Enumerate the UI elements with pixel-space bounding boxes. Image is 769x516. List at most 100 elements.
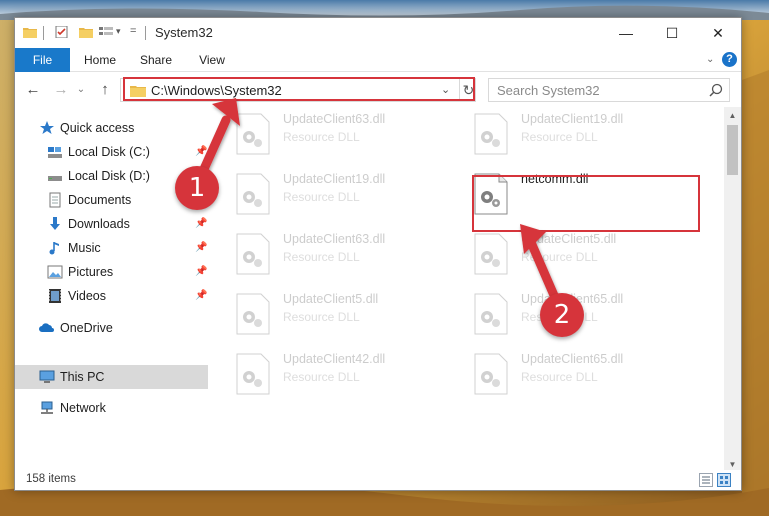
file-item[interactable]: UpdateClient63.dll Resource DLL bbox=[211, 107, 431, 159]
scroll-up-icon[interactable]: ▲ bbox=[724, 107, 741, 124]
sidebar-item-label: Quick access bbox=[60, 121, 135, 135]
cloud-icon bbox=[39, 323, 54, 332]
videos-icon bbox=[49, 289, 61, 303]
forward-button[interactable]: → bbox=[52, 81, 70, 99]
recent-locations-button[interactable]: ⌄ bbox=[72, 81, 90, 99]
vertical-scrollbar[interactable]: ▲ ▼ bbox=[724, 107, 741, 473]
file-name: UpdateClient42.dll bbox=[283, 352, 386, 366]
new-folder-icon[interactable] bbox=[79, 26, 93, 38]
documents-icon bbox=[49, 192, 61, 208]
qa-dropdown-icon[interactable]: ▾ bbox=[116, 26, 121, 37]
refresh-button[interactable]: ↻ bbox=[459, 79, 477, 101]
file-highlight-box bbox=[472, 175, 700, 232]
file-list: UpdateClient63.dll Resource DLL UpdateCl… bbox=[211, 107, 724, 462]
tab-file[interactable]: File bbox=[15, 48, 70, 72]
star-icon bbox=[40, 121, 54, 134]
download-icon bbox=[50, 217, 60, 230]
up-button[interactable]: ↑ bbox=[96, 81, 114, 99]
sidebar-item-quick-access[interactable]: Quick access bbox=[15, 117, 208, 139]
file-name: UpdateClient19.dll bbox=[283, 172, 386, 186]
address-dropdown-icon[interactable]: ⌄ bbox=[441, 83, 450, 96]
file-item[interactable]: UpdateClient5.dll Resource DLL bbox=[211, 287, 431, 339]
pin-icon[interactable]: 📌 bbox=[195, 290, 207, 301]
sidebar-item-label: Local Disk (C:) bbox=[68, 145, 150, 159]
search-icon[interactable] bbox=[709, 83, 723, 97]
file-description: Resource DLL bbox=[283, 190, 360, 204]
file-name: UpdateClient5.dll bbox=[283, 292, 379, 306]
sidebar-item-this-pc[interactable]: This PC bbox=[15, 365, 208, 389]
minimize-button[interactable]: — bbox=[603, 18, 649, 48]
customize-toolbar-icon[interactable] bbox=[99, 26, 113, 38]
ribbon-tabs: File Home Share View ⌄ ? bbox=[15, 48, 741, 72]
dll-file-icon bbox=[236, 233, 270, 275]
title-separator bbox=[43, 26, 44, 40]
drive-icon bbox=[48, 147, 62, 158]
file-description: Resource DLL bbox=[283, 250, 360, 264]
maximize-button[interactable]: ☐ bbox=[649, 18, 695, 48]
sidebar-item-label: OneDrive bbox=[60, 321, 113, 335]
window-title: System32 bbox=[155, 25, 213, 40]
file-item[interactable]: UpdateClient5.dll Resource DLL bbox=[449, 227, 669, 279]
file-name: UpdateClient65.dll bbox=[521, 352, 624, 366]
dll-file-icon bbox=[236, 353, 270, 395]
file-item[interactable]: UpdateClient42.dll Resource DLL bbox=[211, 347, 431, 399]
file-description: Resource DLL bbox=[283, 130, 360, 144]
file-item[interactable]: UpdateClient65.dll Resource DLL bbox=[449, 347, 669, 399]
file-item[interactable]: UpdateClient63.dll Resource DLL bbox=[211, 227, 431, 279]
file-description: Resource DLL bbox=[521, 250, 598, 264]
search-placeholder: Search System32 bbox=[497, 83, 600, 98]
tab-view[interactable]: View bbox=[189, 48, 235, 72]
pc-icon bbox=[39, 370, 55, 383]
dll-file-icon bbox=[236, 113, 270, 155]
help-icon[interactable]: ? bbox=[722, 52, 737, 67]
dll-file-icon bbox=[474, 353, 508, 395]
sidebar-item-pictures[interactable]: Pictures 📌 bbox=[15, 261, 208, 283]
sidebar-item-label: This PC bbox=[60, 370, 105, 384]
sidebar-item-label: Documents bbox=[68, 193, 132, 207]
file-name: UpdateClient63.dll bbox=[283, 232, 386, 246]
back-button[interactable]: ← bbox=[24, 81, 42, 99]
tab-home[interactable]: Home bbox=[77, 48, 123, 72]
properties-icon[interactable] bbox=[55, 26, 69, 38]
sidebar-item-onedrive[interactable]: OneDrive bbox=[15, 317, 208, 339]
sidebar-item-local-disk-c[interactable]: Local Disk (C:) 📌 bbox=[15, 141, 208, 163]
expand-ribbon-icon[interactable]: ⌄ bbox=[706, 54, 714, 65]
annotation-badge-1: 1 bbox=[175, 166, 219, 210]
address-bar[interactable]: C:\Windows\System32 ⌄ ↻ bbox=[120, 78, 476, 102]
annotation-badge-2: 2 bbox=[540, 293, 584, 337]
navigation-pane: Quick access Local Disk (C:) 📌 Local Dis… bbox=[15, 107, 210, 462]
title-separator-2 bbox=[145, 26, 146, 40]
dll-file-icon bbox=[474, 233, 508, 275]
file-description: Resource DLL bbox=[283, 370, 360, 384]
file-explorer-window: ▾ = System32 — ☐ ✕ File Home Share View … bbox=[14, 17, 742, 491]
qa-customize-icon[interactable]: = bbox=[130, 25, 136, 37]
sidebar-item-label: Network bbox=[60, 401, 106, 415]
large-icons-view-icon[interactable] bbox=[717, 473, 731, 487]
title-bar: ▾ = System32 — ☐ ✕ bbox=[15, 18, 741, 48]
folder-icon bbox=[23, 28, 37, 38]
address-path: C:\Windows\System32 bbox=[151, 83, 282, 98]
search-input[interactable]: Search System32 bbox=[488, 78, 730, 102]
sidebar-item-downloads[interactable]: Downloads 📌 bbox=[15, 213, 208, 235]
dll-file-icon bbox=[236, 293, 270, 335]
tab-share[interactable]: Share bbox=[133, 48, 179, 72]
close-button[interactable]: ✕ bbox=[695, 18, 741, 48]
sidebar-item-music[interactable]: Music 📌 bbox=[15, 237, 208, 259]
network-icon bbox=[41, 401, 53, 414]
sidebar-item-network[interactable]: Network bbox=[15, 397, 208, 419]
sidebar-item-label: Local Disk (D:) bbox=[68, 169, 150, 183]
scroll-thumb[interactable] bbox=[727, 125, 738, 175]
sidebar-item-label: Videos bbox=[68, 289, 106, 303]
file-name: UpdateClient19.dll bbox=[521, 112, 624, 126]
details-view-icon[interactable] bbox=[699, 473, 713, 487]
file-item[interactable]: UpdateClient19.dll Resource DLL bbox=[211, 167, 431, 219]
pin-icon[interactable]: 📌 bbox=[195, 242, 207, 253]
file-item[interactable]: UpdateClient19.dll Resource DLL bbox=[449, 107, 669, 159]
sidebar-item-label: Pictures bbox=[68, 265, 114, 279]
pin-icon[interactable]: 📌 bbox=[195, 266, 207, 277]
sidebar-item-label: Music bbox=[68, 241, 101, 255]
sidebar-item-videos[interactable]: Videos 📌 bbox=[15, 285, 208, 307]
pin-icon[interactable]: 📌 bbox=[195, 146, 207, 157]
music-icon bbox=[49, 242, 59, 255]
pin-icon[interactable]: 📌 bbox=[195, 218, 207, 229]
